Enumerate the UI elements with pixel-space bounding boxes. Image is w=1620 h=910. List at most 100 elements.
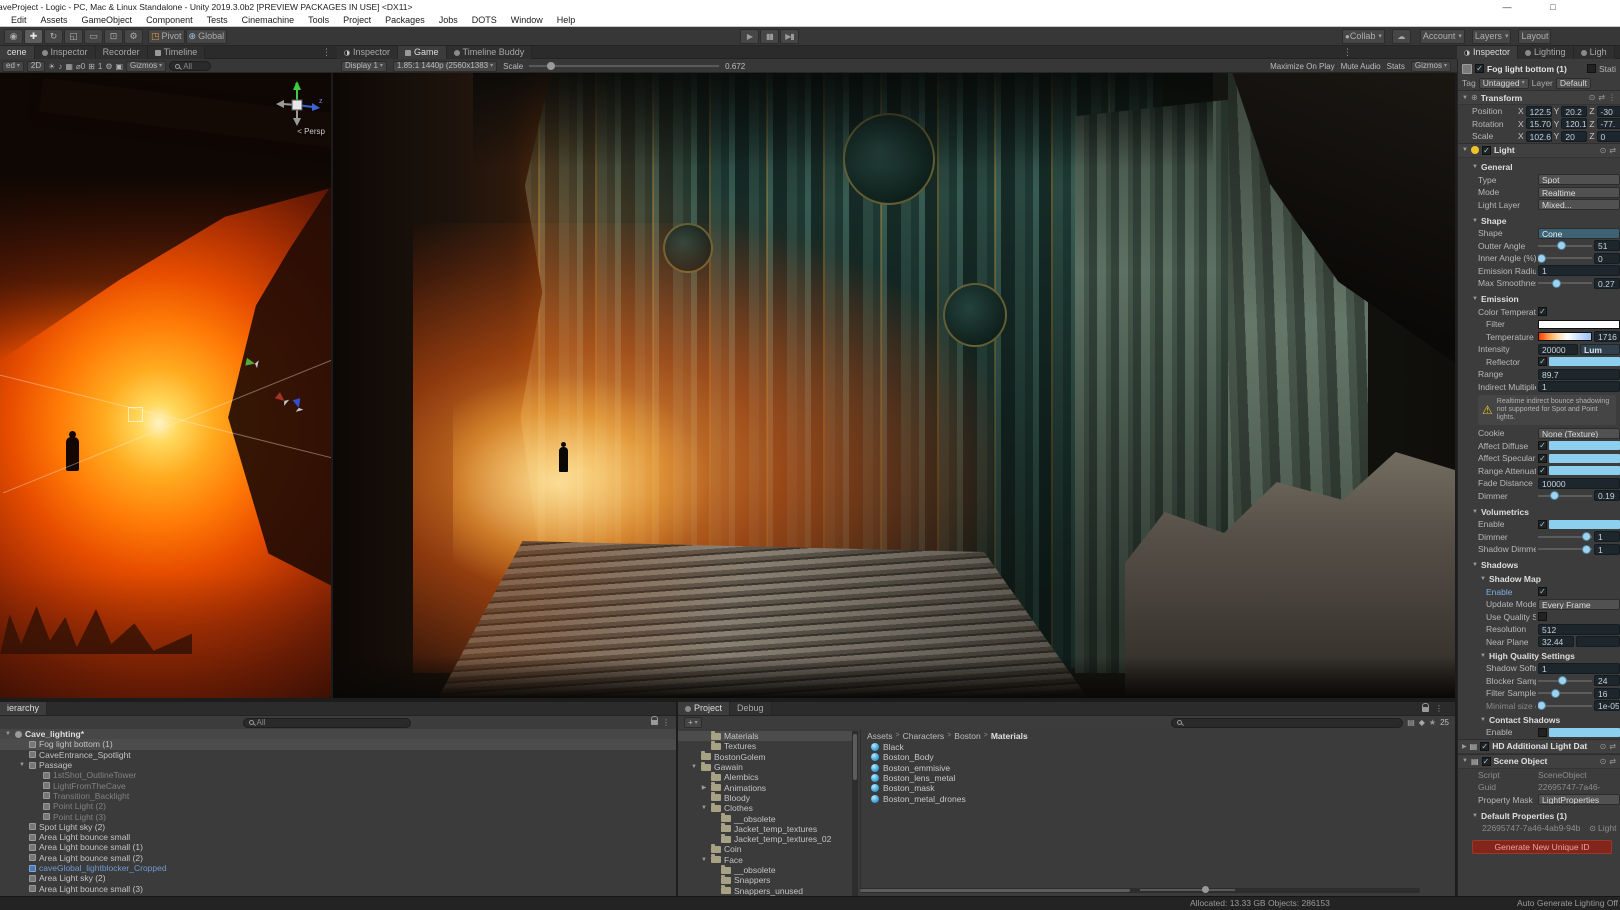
- checkbox[interactable]: [1538, 441, 1547, 450]
- slider-track[interactable]: [1538, 245, 1592, 247]
- menu-edit[interactable]: Edit: [4, 14, 34, 26]
- temperature-gradient[interactable]: [1538, 332, 1592, 341]
- menu-component[interactable]: Component: [139, 14, 200, 26]
- asset-item[interactable]: Boston_Body: [861, 752, 1455, 762]
- property-dimmer[interactable]: Dimmer0.19: [1458, 490, 1620, 503]
- hierarchy-item[interactable]: LightFromTheCave: [0, 780, 676, 790]
- property-filter[interactable]: Filter: [1458, 318, 1620, 331]
- dropdown[interactable]: None (Texture): [1538, 428, 1620, 439]
- default-properties-foldout[interactable]: ▼ Default Properties (1): [1458, 809, 1620, 822]
- property-range-attenuation[interactable]: Range Attenuation: [1458, 465, 1620, 478]
- project-folder[interactable]: Jacket_temp_textures_02: [678, 834, 852, 844]
- hierarchy-item[interactable]: Area Light bounce small (3): [0, 883, 676, 893]
- breadcrumb-characters[interactable]: Characters: [903, 731, 945, 741]
- hierarchy-item[interactable]: Area Light bounce small (1): [0, 842, 676, 852]
- axis-z-field[interactable]: -77.: [1597, 118, 1620, 129]
- pivot-button[interactable]: ◳ Pivot: [148, 29, 185, 44]
- menu-window[interactable]: Window: [504, 14, 550, 26]
- property-enable[interactable]: Enable: [1458, 518, 1620, 531]
- project-folder[interactable]: ▼Clothes: [678, 803, 852, 813]
- project-folder[interactable]: ▼Gawain: [678, 762, 852, 772]
- hierarchy-item[interactable]: 1stShot_OutlineTower: [0, 770, 676, 780]
- foldout-open-icon[interactable]: ▼: [690, 764, 698, 770]
- project-folder[interactable]: Jacket_temp_textures: [678, 824, 852, 834]
- global-button[interactable]: ⊕ Global: [186, 29, 228, 44]
- project-folder[interactable]: Alembics: [678, 772, 852, 782]
- foldout-open-icon[interactable]: ▼: [1462, 147, 1468, 153]
- foldout-closed-icon[interactable]: ▶: [700, 784, 708, 791]
- create-asset-button[interactable]: + ▾: [684, 717, 702, 728]
- menu-jobs[interactable]: Jobs: [432, 14, 465, 26]
- value-field[interactable]: 1: [1594, 544, 1620, 555]
- mute-audio-toggle[interactable]: Mute Audio: [1341, 62, 1381, 71]
- tree-scrollbar[interactable]: [852, 731, 858, 896]
- property-shadow-dimmer[interactable]: Shadow Dimmer1: [1458, 543, 1620, 556]
- foldout-open-icon[interactable]: ▼: [1472, 509, 1478, 515]
- project-search-input[interactable]: [1171, 718, 1403, 728]
- property-range[interactable]: Range89.7: [1458, 368, 1620, 381]
- icon-size-slider[interactable]: [1140, 887, 1235, 893]
- tab-hierarchy[interactable]: ierarchy: [0, 702, 47, 715]
- scene-camera-icon[interactable]: ▣: [115, 62, 123, 71]
- component-enabled-checkbox[interactable]: [1480, 742, 1489, 751]
- hierarchy-item[interactable]: Area Light bounce small (2): [0, 853, 676, 863]
- value-field[interactable]: 1716: [1594, 331, 1620, 342]
- component-enabled-checkbox[interactable]: [1482, 757, 1491, 766]
- property-dimmer[interactable]: Dimmer1: [1458, 531, 1620, 544]
- menu-project[interactable]: Project: [336, 14, 378, 26]
- panel-menu-icon[interactable]: ⋮: [1343, 46, 1352, 59]
- property-affect-specular[interactable]: Affect Specular: [1458, 452, 1620, 465]
- axis-x-field[interactable]: 122.5: [1526, 106, 1552, 117]
- hierarchy-search-input[interactable]: All: [243, 718, 411, 728]
- foldout-open-icon[interactable]: ▼: [1472, 562, 1478, 568]
- display-dropdown[interactable]: Display 1 ▾: [341, 61, 387, 72]
- property-filter-sample-co[interactable]: Filter Sample Co16: [1458, 687, 1620, 700]
- value-field[interactable]: 51: [1594, 240, 1620, 251]
- foldout-closed-icon[interactable]: ▶: [1462, 743, 1467, 750]
- slider-track[interactable]: [1538, 495, 1592, 497]
- game-gizmos-dropdown[interactable]: Gizmos ▾: [1411, 61, 1451, 72]
- project-folder[interactable]: ▼Face: [678, 855, 852, 865]
- preset-icon[interactable]: ⇄: [1609, 146, 1616, 155]
- stats-toggle[interactable]: Stats: [1387, 62, 1405, 71]
- tab-cene[interactable]: cene: [0, 46, 35, 59]
- preset-icon[interactable]: ⇄: [1609, 757, 1616, 766]
- checkbox[interactable]: [1538, 307, 1547, 316]
- help-icon[interactable]: ⊙: [1600, 742, 1607, 751]
- scene-search-input[interactable]: All: [169, 61, 211, 71]
- menu-tests[interactable]: Tests: [200, 14, 235, 26]
- property-max-smoothness[interactable]: Max Smoothness0.27: [1458, 277, 1620, 290]
- project-folder[interactable]: __obsolete: [678, 813, 852, 823]
- transform-scale[interactable]: ScaleX102.6Y20Z0: [1458, 130, 1620, 143]
- static-checkbox[interactable]: [1587, 64, 1596, 73]
- generate-unique-id-button[interactable]: Generate New Unique ID: [1472, 840, 1612, 854]
- axis-y-field[interactable]: 20: [1561, 131, 1587, 142]
- section-contact-shadows[interactable]: ▼Contact Shadows: [1458, 713, 1620, 726]
- preset-icon[interactable]: ⇄: [1609, 742, 1616, 751]
- scene-audio-toggle-icon[interactable]: ♪: [58, 62, 62, 71]
- property-blocker-sample[interactable]: Blocker Sample24: [1458, 675, 1620, 688]
- custom-tool[interactable]: ⚙: [124, 29, 143, 44]
- value-field[interactable]: [1576, 636, 1620, 647]
- component-enabled-checkbox[interactable]: [1482, 146, 1491, 155]
- tab-debug[interactable]: Debug: [730, 702, 772, 715]
- menu-tools[interactable]: Tools: [301, 14, 336, 26]
- asset-item[interactable]: Boston_metal_drones: [861, 793, 1455, 803]
- tab-timeline-buddy[interactable]: Timeline Buddy: [447, 46, 533, 59]
- slider-knob[interactable]: [1538, 701, 1546, 710]
- default-property-row[interactable]: 22695747-7a46-4ab9-94b ⊙ Light: [1458, 822, 1620, 835]
- hierarchy-item[interactable]: Point Light (3): [0, 811, 676, 821]
- collab-button[interactable]: ● Collab ▾: [1342, 29, 1385, 44]
- help-icon[interactable]: ⊙: [1600, 757, 1607, 766]
- value-field[interactable]: 10000: [1538, 478, 1620, 489]
- scale-tool[interactable]: ◱: [64, 29, 83, 44]
- property-indirect-multiplier[interactable]: Indirect Multiplier1: [1458, 381, 1620, 394]
- project-folder[interactable]: Textures: [678, 741, 852, 751]
- property-fade-distance[interactable]: Fade Distance10000: [1458, 477, 1620, 490]
- slider-knob[interactable]: [1538, 254, 1546, 263]
- slider-knob[interactable]: [1582, 545, 1591, 554]
- property-shape[interactable]: ShapeCone: [1458, 227, 1620, 240]
- section-shadows[interactable]: ▼Shadows: [1458, 559, 1620, 572]
- dropdown[interactable]: Every Frame: [1538, 599, 1620, 610]
- slider-knob[interactable]: [1552, 279, 1561, 288]
